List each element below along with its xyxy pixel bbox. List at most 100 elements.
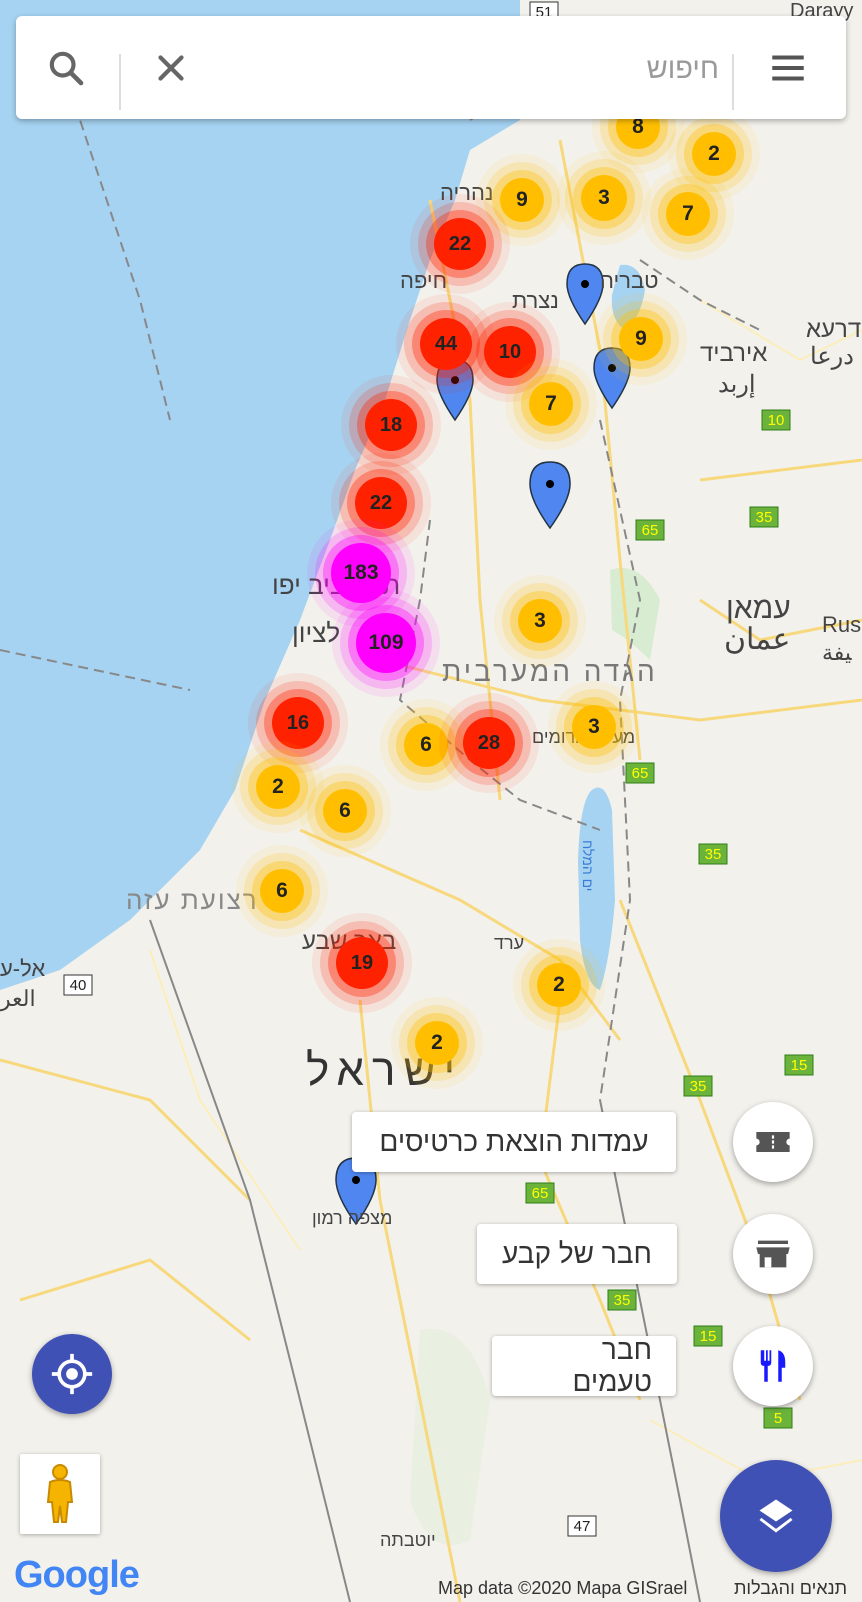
my-location-icon <box>51 1353 93 1395</box>
map-cluster[interactable]: 3 <box>572 705 616 749</box>
road-shield-label: 40 <box>70 977 87 994</box>
map-cluster[interactable]: 22 <box>434 218 486 270</box>
road-shield-label: 5 <box>774 1410 782 1427</box>
road-shield-label: 35 <box>756 509 773 526</box>
cluster-count: 2 <box>553 973 565 996</box>
map-cluster[interactable]: 22 <box>355 477 407 529</box>
road-shield-label: 65 <box>532 1185 549 1202</box>
layers-icon <box>759 1499 793 1533</box>
map-cluster[interactable]: 9 <box>619 317 663 361</box>
cluster-count: 44 <box>434 332 458 355</box>
taste-label: חבר טעמים <box>572 1334 652 1397</box>
map-cluster[interactable]: 9 <box>500 178 544 222</box>
place-label-sfa: ﻴﻔﺔ <box>822 640 852 665</box>
cluster-count: 3 <box>534 609 546 632</box>
map-cluster[interactable]: 3 <box>518 599 562 643</box>
terms-link[interactable]: תנאים והגבלות <box>734 1578 847 1599</box>
tickets-chip[interactable]: עמדות הוצאת כרטיסים <box>352 1112 676 1172</box>
menu-button[interactable] <box>748 16 828 119</box>
cluster-count: 6 <box>276 879 288 902</box>
map-cluster[interactable]: 2 <box>537 963 581 1007</box>
map-cluster[interactable]: 7 <box>666 192 710 236</box>
cluster-count: 19 <box>350 951 374 974</box>
road-shield-label: 10 <box>768 412 785 429</box>
map-cluster[interactable]: 2 <box>692 132 736 176</box>
road-shield: 10 <box>761 409 791 431</box>
map-cluster[interactable]: 19 <box>336 937 388 989</box>
road-shield-label: 35 <box>614 1292 631 1309</box>
road-shield: 47 <box>567 1515 597 1537</box>
map-cluster[interactable]: 2 <box>415 1021 459 1065</box>
street-view-button[interactable] <box>20 1454 100 1534</box>
place-label-rus: Rus <box>822 612 862 637</box>
road-shield: 65 <box>525 1182 555 1204</box>
place-label-irbid_he: אירביד <box>700 340 768 367</box>
road-shield-label: 35 <box>705 846 722 863</box>
taste-button[interactable] <box>733 1326 813 1406</box>
cluster-count: 6 <box>339 799 351 822</box>
road-shield: 35 <box>698 843 728 865</box>
place-label-arad: ערד <box>494 933 525 953</box>
cluster-count: 18 <box>379 413 403 436</box>
place-label-haifa: חיפה <box>400 268 448 293</box>
friend-chip[interactable]: חבר של קבע <box>477 1224 677 1284</box>
map-cluster[interactable]: 2 <box>256 765 300 809</box>
road-shield: 65 <box>635 519 665 541</box>
road-shield-label: 15 <box>791 1057 808 1074</box>
friend-button[interactable] <box>733 1214 813 1294</box>
road-shield: 35 <box>683 1075 713 1097</box>
road-shield: 15 <box>784 1054 814 1076</box>
cluster-count: 3 <box>588 715 600 738</box>
map-cluster[interactable]: 28 <box>463 717 515 769</box>
place-label-yotvata: יוטבתה <box>380 1530 436 1550</box>
ticket-icon <box>756 1132 790 1152</box>
cluster-count: 7 <box>545 392 557 415</box>
road-shield: 35 <box>749 506 779 528</box>
road-shield: 15 <box>693 1325 723 1347</box>
cluster-count: 22 <box>448 232 472 255</box>
friend-label: חבר של קבע <box>502 1238 652 1269</box>
map-cluster[interactable]: 10 <box>484 326 536 378</box>
cluster-count: 10 <box>498 340 522 363</box>
place-label-daraa_he: דרעא <box>806 316 862 343</box>
close-icon <box>158 54 184 81</box>
search-icon <box>49 51 84 85</box>
cluster-count: 9 <box>635 327 647 350</box>
layers-button[interactable] <box>720 1460 832 1572</box>
cluster-count: 3 <box>598 186 610 209</box>
place-label-daraa_ar: درعا <box>810 343 854 370</box>
map-cluster[interactable]: 44 <box>420 318 472 370</box>
place-label-westbank: הגדה המערבית <box>442 656 658 687</box>
place-label-gaza: רצועת עזה <box>126 885 259 915</box>
place-label-al_arish_ar: العر <box>0 986 36 1011</box>
road-shield-label: 65 <box>642 522 659 539</box>
place-label-al_arish: אל-ע <box>0 956 46 981</box>
tickets-button[interactable] <box>733 1102 813 1182</box>
cluster-count: 28 <box>477 731 501 754</box>
map-cluster[interactable]: 6 <box>323 789 367 833</box>
map-cluster[interactable]: 18 <box>365 399 417 451</box>
map-cluster[interactable]: 6 <box>404 723 448 767</box>
search-button[interactable] <box>26 16 106 119</box>
my-location-button[interactable] <box>32 1334 112 1414</box>
map-cluster[interactable]: 109 <box>356 613 416 673</box>
road-shield: 5 <box>763 1407 793 1429</box>
place-label-rishon: לציון <box>292 618 341 648</box>
place-label-mitzpe: מצפה רמון <box>312 1208 393 1228</box>
taste-chip[interactable]: חבר טעמים <box>492 1334 676 1397</box>
map-cluster[interactable]: 3 <box>581 175 627 221</box>
map-cluster[interactable]: 6 <box>260 869 304 913</box>
clear-button[interactable] <box>131 16 211 119</box>
road-shield-label: 15 <box>700 1328 717 1345</box>
map-cluster[interactable]: 7 <box>529 382 573 426</box>
search-input[interactable] <box>277 46 721 92</box>
road-shield: 35 <box>607 1289 637 1311</box>
cluster-count: 2 <box>708 142 720 165</box>
cluster-count: 109 <box>368 631 404 654</box>
map-cluster[interactable]: 16 <box>272 697 324 749</box>
map-cluster[interactable]: 183 <box>331 543 391 603</box>
cluster-count: 7 <box>682 202 694 225</box>
place-label-tiberias: טבריה <box>600 268 659 293</box>
search-bar <box>16 16 846 119</box>
tickets-label: עמדות הוצאת כרטיסים <box>379 1126 649 1157</box>
